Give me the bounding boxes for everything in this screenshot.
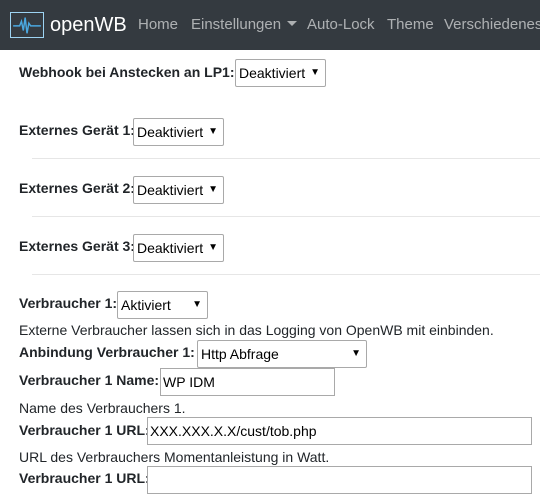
verbraucher-1-url2-label: Verbraucher 1 URL: xyxy=(19,470,150,486)
verbraucher-1-name-label: Verbraucher 1 Name: xyxy=(19,372,160,388)
externes-geraet-1-select[interactable]: Deaktiviert ▼ xyxy=(133,118,224,146)
select-arrow-icon: ▼ xyxy=(310,67,320,78)
nav-auto-lock[interactable]: Auto-Lock xyxy=(307,15,375,35)
nav-home[interactable]: Home xyxy=(138,15,178,35)
section-divider xyxy=(32,158,540,159)
select-arrow-icon: ▼ xyxy=(208,126,218,137)
openwb-logo-icon xyxy=(10,12,44,38)
externes-geraet-3-value: Deaktiviert xyxy=(137,240,204,256)
externes-geraet-1-value: Deaktiviert xyxy=(137,124,204,140)
select-arrow-icon: ▼ xyxy=(351,348,361,359)
select-arrow-icon: ▼ xyxy=(208,242,218,253)
verbraucher-1-url-label: Verbraucher 1 URL: xyxy=(19,422,150,438)
externes-geraet-2-select[interactable]: Deaktiviert ▼ xyxy=(133,176,224,204)
verbraucher-1-url-help: URL des Verbrauchers Momentanleistung in… xyxy=(19,449,330,465)
nav-verschiedenes[interactable]: Verschiedenes xyxy=(444,15,540,35)
verbraucher-1-url2-input[interactable] xyxy=(147,466,532,494)
verbraucher-1-name-input[interactable]: WP IDM xyxy=(160,368,335,396)
section-divider xyxy=(32,274,540,275)
externes-geraet-2-value: Deaktiviert xyxy=(137,182,204,198)
externes-geraet-3-label: Externes Gerät 3: xyxy=(19,238,135,254)
externes-geraet-1-label: Externes Gerät 1: xyxy=(19,122,135,138)
verbraucher-1-select[interactable]: Aktiviert ▼ xyxy=(117,291,208,319)
externes-geraet-3-select[interactable]: Deaktiviert ▼ xyxy=(133,234,224,262)
verbraucher-1-value: Aktiviert xyxy=(121,297,171,313)
verbraucher-1-label: Verbraucher 1: xyxy=(19,295,118,311)
chevron-down-icon xyxy=(287,21,298,26)
externes-geraet-2-label: Externes Gerät 2: xyxy=(19,180,135,196)
nav-einstellungen-dropdown[interactable]: Einstellungen xyxy=(191,15,298,35)
section-divider xyxy=(32,216,540,217)
settings-form: Webhook bei Anstecken an LP1: Deaktivier… xyxy=(0,50,540,497)
nav-theme[interactable]: Theme xyxy=(387,15,434,35)
anbindung-verbraucher-1-select[interactable]: Http Abfrage ▼ xyxy=(197,340,367,368)
verbraucher-1-url-input[interactable]: XXX.XXX.X.X/cust/tob.php xyxy=(147,417,532,445)
verbraucher-1-name-help: Name des Verbrauchers 1. xyxy=(19,400,186,416)
top-navbar: openWB Home Einstellungen Auto-Lock Them… xyxy=(0,0,540,50)
webhook-select[interactable]: Deaktiviert ▼ xyxy=(235,59,326,87)
webhook-select-value: Deaktiviert xyxy=(239,65,306,81)
anbindung-verbraucher-1-value: Http Abfrage xyxy=(201,346,279,362)
nav-einstellungen-label: Einstellungen xyxy=(191,16,282,33)
brand-name: openWB xyxy=(50,14,127,36)
brand-link[interactable]: openWB xyxy=(10,10,127,40)
select-arrow-icon: ▼ xyxy=(192,299,202,310)
webhook-label: Webhook bei Anstecken an LP1: xyxy=(19,64,235,80)
verbraucher-1-help: Externe Verbraucher lassen sich in das L… xyxy=(19,322,494,338)
select-arrow-icon: ▼ xyxy=(208,184,218,195)
anbindung-verbraucher-1-label: Anbindung Verbraucher 1: xyxy=(19,344,195,360)
